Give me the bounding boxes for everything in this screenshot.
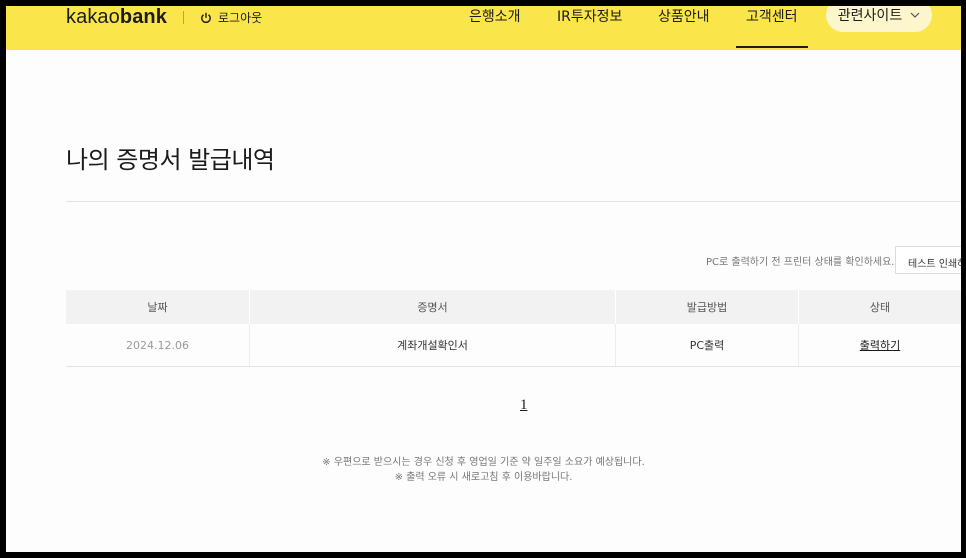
column-header-status: 상태 (869, 301, 891, 314)
page-title: 나의 증명서 발급내역 (66, 146, 275, 174)
logo-text-bold: bank (119, 6, 167, 28)
print-link[interactable]: 출력하기 (860, 337, 900, 353)
nav-item-ir[interactable]: IR투자정보 (557, 6, 622, 26)
test-print-button[interactable]: 테스트 인쇄하기 (895, 246, 961, 274)
printer-hint-text: PC로 출력하기 전 프린터 상태를 확인하세요. (706, 257, 895, 268)
nav-item-about[interactable]: 은행소개 (469, 6, 521, 26)
nav-item-products[interactable]: 상품안내 (658, 6, 710, 26)
cell-certificate: 계좌개설확인서 (250, 324, 616, 366)
header-divider (183, 11, 184, 24)
cell-date: 2024.12.06 (66, 324, 250, 366)
table-header: 날짜 증명서 발급방법 상태 (66, 290, 961, 324)
related-sites-label: 관련사이트 (837, 8, 903, 24)
print-error-notice: ※ 출력 오류 시 새로고침 후 이용바랍니다. (394, 472, 573, 483)
cell-method: PC출력 (616, 324, 799, 366)
column-header-date: 날짜 (66, 290, 250, 324)
cell-status: 출력하기 (799, 324, 961, 366)
logout-button[interactable]: 로그아웃 (200, 9, 262, 26)
mail-notice: ※ 우편으로 받으시는 경우 신청 후 영업일 기준 약 일주일 소요가 예상됩… (322, 457, 645, 468)
page-frame: kakaobank 로그아웃 은행소개 IR투자정보 상품안내 고객센터 관련사… (6, 6, 961, 552)
table-row: 2024.12.06 계좌개설확인서 PC출력 출력하기 (66, 324, 961, 367)
top-header: kakaobank 로그아웃 은행소개 IR투자정보 상품안내 고객센터 관련사… (6, 6, 961, 50)
kakaobank-logo[interactable]: kakaobank (66, 6, 167, 29)
logo-text-light: kakao (66, 6, 120, 28)
related-sites-button[interactable]: 관련사이트 (826, 6, 932, 32)
column-header-method: 발급방법 (616, 290, 799, 324)
power-icon (201, 12, 211, 23)
logout-label: 로그아웃 (218, 11, 263, 25)
column-header-certificate: 증명서 (250, 290, 616, 324)
certificate-table: 날짜 증명서 발급방법 상태 2024.12.06 계좌개설확인서 PC출력 출… (66, 290, 961, 367)
nav-item-customer-center[interactable]: 고객센터 (736, 6, 807, 48)
title-divider (66, 201, 961, 202)
chevron-down-icon (910, 12, 920, 18)
pagination-page-1[interactable]: 1 (520, 397, 528, 414)
